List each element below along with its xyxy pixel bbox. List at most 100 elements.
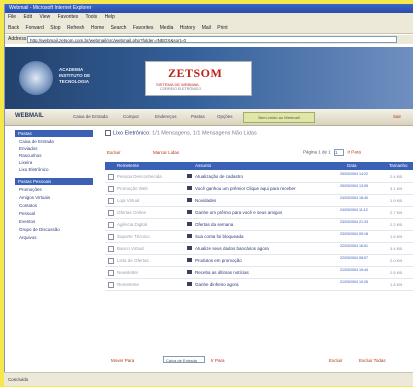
menu-favorites[interactable]: Favorites xyxy=(58,14,79,20)
refresh-button[interactable]: Refresh xyxy=(67,25,85,31)
sidebar-item-archive[interactable]: Arquivos xyxy=(19,235,37,240)
favorites-button[interactable]: Favorites xyxy=(133,25,154,31)
sidebar-item-contacts[interactable]: Contatos xyxy=(19,203,37,208)
home-button[interactable]: Home xyxy=(91,25,104,31)
pager-go-link[interactable]: Ir Para xyxy=(347,150,361,155)
status-bar: Concluído xyxy=(4,372,413,386)
row-subject[interactable]: Atualize seus dados bancários agora xyxy=(195,246,269,251)
address-input[interactable]: http://webmail.zetsom.com.br/webmail/src… xyxy=(27,36,397,43)
delete-link[interactable]: Excluir xyxy=(107,150,121,155)
search-button[interactable]: Search xyxy=(111,25,127,31)
row-from: Ofertas Online xyxy=(117,210,147,215)
folder-sidebar: Pastas Caixa de Entrada Enviados Rascunh… xyxy=(5,126,103,301)
row-subject[interactable]: Sua conta foi bloqueada xyxy=(195,234,244,239)
row-checkbox[interactable] xyxy=(108,186,114,192)
sidebar-item-discussion[interactable]: Grupo de Discussão xyxy=(19,227,60,232)
row-checkbox[interactable] xyxy=(108,198,114,204)
page-input[interactable]: 1 xyxy=(334,149,345,156)
sidebar-item-junk[interactable]: Lixo Eletrônico xyxy=(19,167,49,172)
institution-logo xyxy=(19,61,53,95)
message-list-panel: Lixo Eletrônico: 1/1 Mensagens, 1/1 Mens… xyxy=(103,126,413,366)
table-row[interactable]: Suporte Técnico Sua conta foi bloqueada 23… xyxy=(105,231,413,243)
mail-button[interactable]: Mail xyxy=(202,25,211,31)
row-subject[interactable]: Ganhe dinheiro agora xyxy=(195,282,239,287)
table-row[interactable]: Ofertas Online Ganhe um prêmio para você … xyxy=(105,207,413,219)
row-checkbox[interactable] xyxy=(108,222,114,228)
row-date: 21/03/2004 19:44 xyxy=(340,268,368,272)
table-row[interactable]: Remetente Ganhe dinheiro agora 21/03/2004 … xyxy=(105,279,413,291)
sidebar-item-friends[interactable]: Amigos Virtuais xyxy=(19,195,50,200)
col-size[interactable]: Tamanho xyxy=(389,162,408,170)
row-checkbox[interactable] xyxy=(108,246,114,252)
row-subject[interactable]: Ganhe um prêmio para você e seus amigos xyxy=(195,210,282,215)
move-go-link[interactable]: Ir Para xyxy=(211,358,225,363)
table-row[interactable]: Promoção Web Você ganhou um prêmio! Cliqu… xyxy=(105,183,413,195)
menu-edit[interactable]: Edit xyxy=(23,14,32,20)
mark-read-link[interactable]: Marcar Lidas xyxy=(153,150,179,155)
menu-tools[interactable]: Tools xyxy=(85,14,97,20)
table-row[interactable]: Banco Virtual Atualize seus dados bancári… xyxy=(105,243,413,255)
envelope-icon xyxy=(187,186,192,190)
col-subject[interactable]: Assunto xyxy=(195,162,211,170)
table-row[interactable]: Newsletter Receba as últimas notícias 21/0… xyxy=(105,267,413,279)
sidebar-item-promotions[interactable]: Promoções xyxy=(19,187,42,192)
envelope-icon xyxy=(187,198,192,202)
nav-options[interactable]: Opções xyxy=(217,114,233,119)
move-to-link[interactable]: Mover Para xyxy=(111,358,134,363)
bottom-delete-link[interactable]: Excluir xyxy=(329,358,343,363)
sidebar-item-sent[interactable]: Enviados xyxy=(19,146,38,151)
stop-button[interactable]: Stop xyxy=(50,25,60,31)
row-subject[interactable]: Produtos em promoção xyxy=(195,258,242,263)
bottom-delete-all-link[interactable]: Excluir Todas xyxy=(359,358,386,363)
back-button[interactable]: Back xyxy=(8,25,19,31)
row-size: 2.0 KB xyxy=(390,258,403,263)
row-subject[interactable]: Atualização de cadastro xyxy=(195,174,243,179)
row-date: 24/03/2004 18:40 xyxy=(340,196,368,200)
nav-addresses[interactable]: Endereços xyxy=(155,114,177,119)
row-subject[interactable]: Você ganhou um prêmio! Clique aqui para … xyxy=(195,186,296,191)
row-from: Lista de Ofertas xyxy=(117,258,149,263)
table-row[interactable]: Loja Virtual Novidades 24/03/2004 18:40 1.9… xyxy=(105,195,413,207)
sidebar-item-events[interactable]: Eventos xyxy=(19,219,35,224)
table-row[interactable]: Lista de Ofertas Produtos em promoção 22/0… xyxy=(105,255,413,267)
sidebar-item-drafts[interactable]: Rascunhos xyxy=(19,153,42,158)
row-checkbox[interactable] xyxy=(108,234,114,240)
move-folder-select[interactable]: Caixa de Entrada xyxy=(163,356,205,363)
menu-help[interactable]: Help xyxy=(105,14,115,20)
row-size: 3.1 KB xyxy=(390,186,403,191)
row-checkbox[interactable] xyxy=(108,210,114,216)
row-subject[interactable]: Receba as últimas notícias xyxy=(195,270,249,275)
row-subject[interactable]: Ofertas da semana xyxy=(195,222,233,227)
col-from[interactable]: Remetente xyxy=(117,162,139,170)
row-from: Loja Virtual xyxy=(117,198,140,203)
history-button[interactable]: History xyxy=(180,25,196,31)
menu-view[interactable]: View xyxy=(39,14,50,20)
row-from: Promoção Web xyxy=(117,186,148,191)
brand-logo-box: ZETSOM SISTEMA DE WEBMAIL CORREIO ELETRÔ… xyxy=(145,61,252,96)
table-row[interactable]: Agência Digital Ofertas da semana 23/03/20… xyxy=(105,219,413,231)
nav-folders[interactable]: Pastas xyxy=(191,114,205,119)
logout-link[interactable]: Sair xyxy=(393,114,401,119)
row-subject[interactable]: Novidades xyxy=(195,198,216,203)
row-size: 1.8 KB xyxy=(390,282,403,287)
table-row[interactable]: Pessoa Desconhecida Atualização de cadast… xyxy=(105,171,413,183)
col-date[interactable]: Data xyxy=(347,162,357,170)
sidebar-item-trash[interactable]: Lixeira xyxy=(19,160,32,165)
print-button[interactable]: Print xyxy=(217,25,227,31)
sidebar-item-inbox[interactable]: Caixa de Entrada xyxy=(19,139,54,144)
row-checkbox[interactable] xyxy=(108,270,114,276)
nav-compose[interactable]: Compor xyxy=(123,114,139,119)
row-checkbox[interactable] xyxy=(108,258,114,264)
forward-button[interactable]: Forward xyxy=(26,25,44,31)
row-checkbox[interactable] xyxy=(108,282,114,288)
sidebar-item-personal[interactable]: Pessoal xyxy=(19,211,35,216)
row-from: Remetente xyxy=(117,282,140,287)
nav-inbox[interactable]: Caixa de Entrada xyxy=(73,114,108,119)
row-from: Pessoa Desconhecida xyxy=(117,174,162,179)
row-checkbox[interactable] xyxy=(108,174,114,180)
heading-checkbox[interactable] xyxy=(105,130,111,136)
media-button[interactable]: Media xyxy=(160,25,174,31)
menu-file[interactable]: File xyxy=(8,14,16,20)
row-date: 25/03/2004 13:05 xyxy=(340,184,368,188)
folder-heading: Lixo Eletrônico: 1/1 Mensagens, 1/1 Mens… xyxy=(105,130,257,136)
